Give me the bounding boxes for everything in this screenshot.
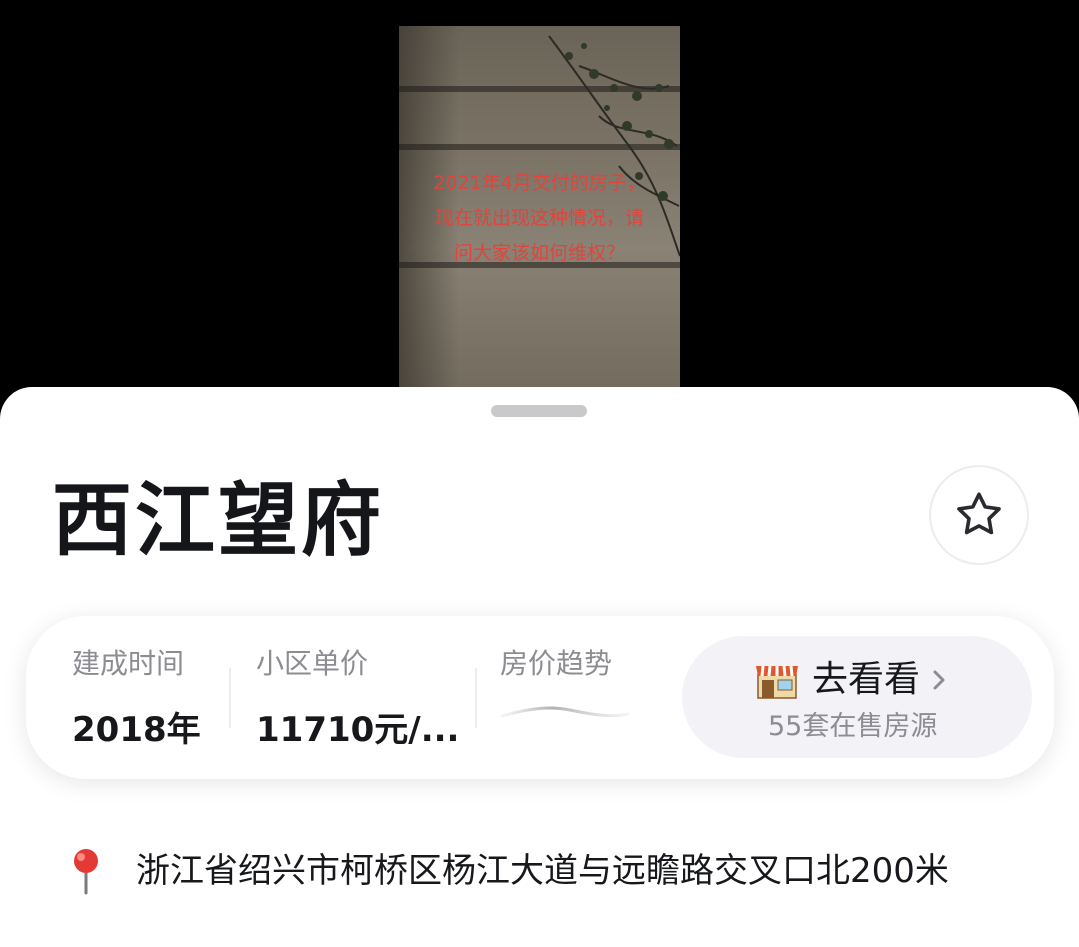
map-pin-icon <box>74 849 98 895</box>
view-listings-label: 去看看 <box>812 659 921 700</box>
address-text: 浙江省绍兴市柯桥区杨江大道与远瞻路交叉口北200米 <box>136 851 949 891</box>
info-card: 建成时间 2018年 小区单价 11710元/... 房价趋势 去看看 55套在… <box>26 616 1054 779</box>
divider <box>475 668 477 728</box>
build-time-value: 2018年 <box>72 710 201 750</box>
screen: 2021年4月交付的房子，现在就出现这种情况，请问大家该如何维权？ 西江望府 建… <box>0 0 1079 947</box>
unit-price-label: 小区单价 <box>256 647 369 680</box>
drag-handle[interactable] <box>491 405 587 417</box>
video-caption: 2021年4月交付的房子，现在就出现这种情况，请问大家该如何维权？ <box>433 172 646 264</box>
favorite-button[interactable] <box>929 465 1029 565</box>
build-time-label: 建成时间 <box>72 647 185 680</box>
price-trend-label: 房价趋势 <box>500 647 613 680</box>
star-icon <box>957 492 1001 535</box>
shop-icon <box>756 665 798 699</box>
view-listings-header: 去看看 <box>754 658 946 702</box>
build-time-stat: 建成时间 2018年 <box>72 646 201 750</box>
price-trend-sparkline <box>500 706 630 718</box>
unit-price-value: 11710元/... <box>256 710 460 750</box>
listings-count: 55套在售房源 <box>768 711 938 742</box>
video-player[interactable]: 2021年4月交付的房子，现在就出现这种情况，请问大家该如何维权？ <box>399 26 680 396</box>
divider <box>229 668 231 728</box>
unit-price-stat[interactable]: 小区单价 11710元/... <box>256 646 459 750</box>
address-row[interactable]: 浙江省绍兴市柯桥区杨江大道与远瞻路交叉口北200米 <box>66 847 949 895</box>
chevron-right-icon <box>933 670 945 690</box>
property-name: 西江望府 <box>52 474 384 567</box>
detail-sheet: 西江望府 建成时间 2018年 小区单价 11710元/... 房价趋势 去看看… <box>0 387 1079 947</box>
price-trend-stat[interactable]: 房价趋势 <box>500 646 612 682</box>
view-listings-button[interactable]: 去看看 55套在售房源 <box>682 636 1032 758</box>
